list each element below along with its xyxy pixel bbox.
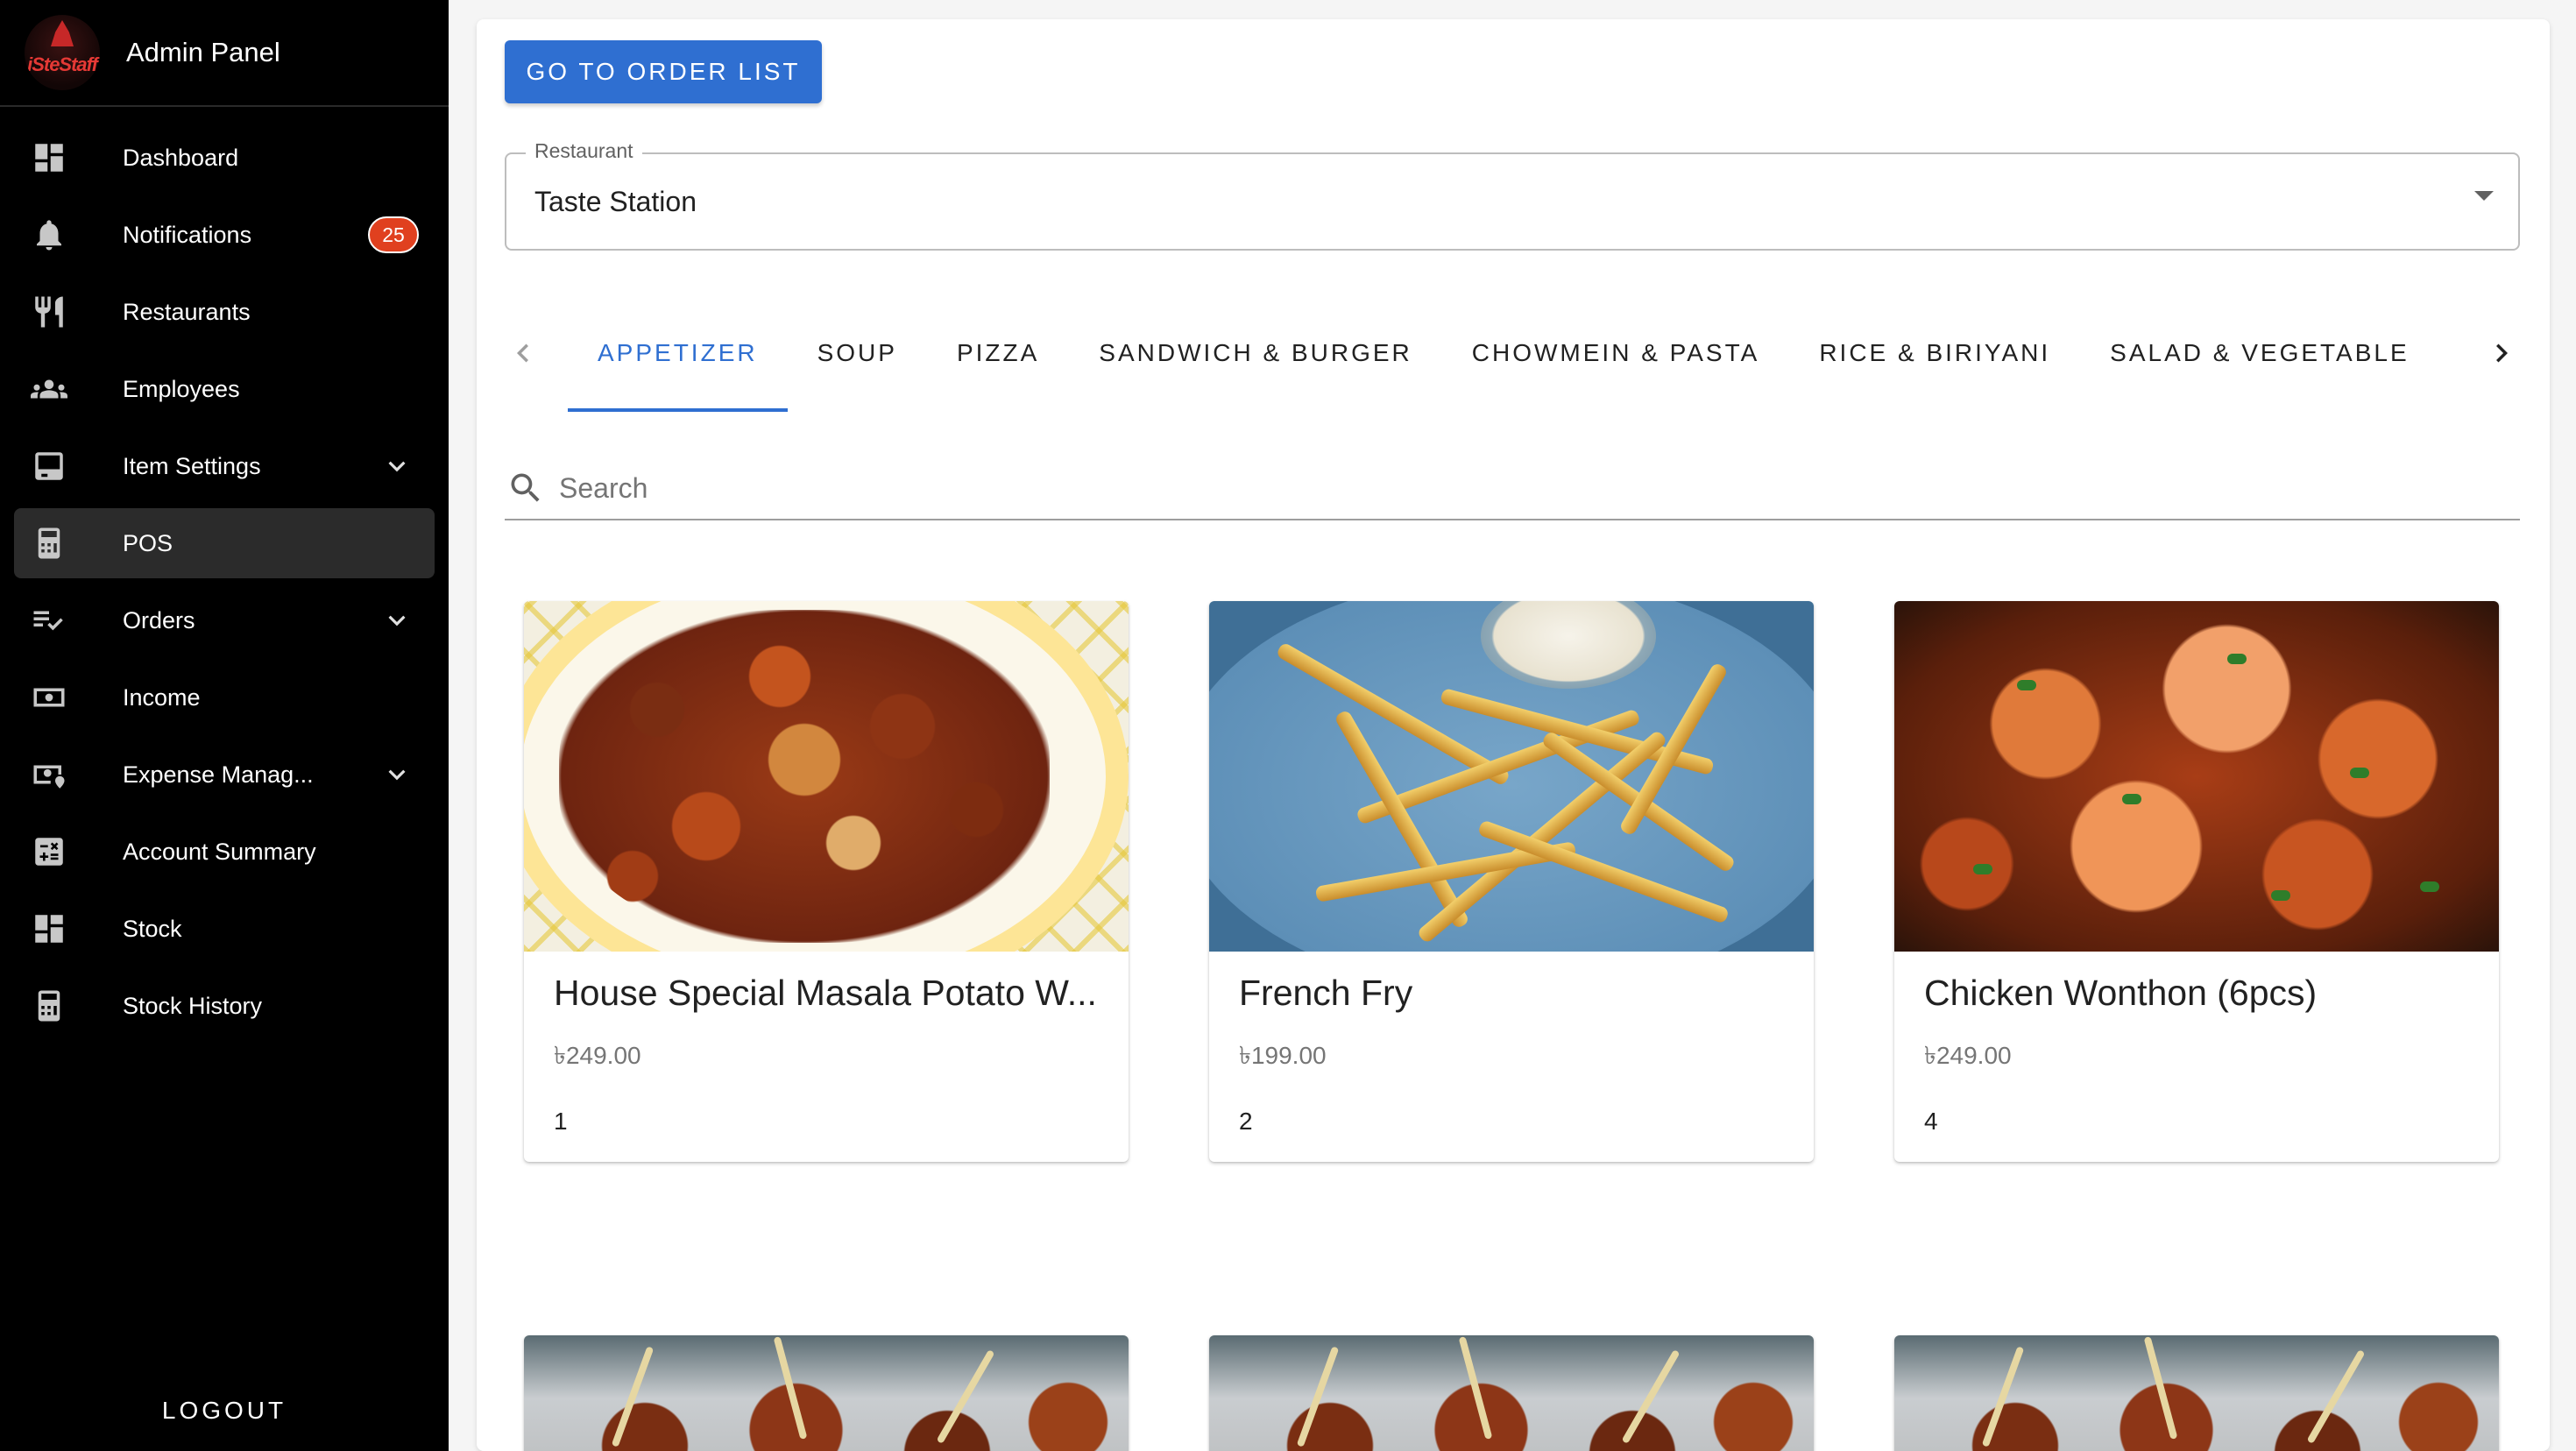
sidebar-item-restaurants[interactable]: Restaurants [14, 277, 435, 347]
restaurant-icon [30, 293, 68, 331]
sidebar-item-dashboard[interactable]: Dashboard [14, 123, 435, 193]
sidebar-item-label: Restaurants [123, 298, 251, 325]
product-price: ৳199.00 [1239, 1042, 1327, 1069]
checklist-icon [30, 601, 68, 640]
product-card[interactable] [524, 1335, 1129, 1451]
logout-button[interactable]: LOGOUT [0, 1397, 449, 1425]
sidebar-item-label: Income [123, 683, 201, 711]
tab-soup[interactable]: SOUP [788, 317, 927, 412]
restaurant-select-label: Restaurant [526, 139, 642, 163]
dropdown-arrow-icon [2474, 191, 2494, 201]
tab-chowmein-pasta[interactable]: CHOWMEIN & PASTA [1442, 317, 1790, 412]
app-root: iSteStaff Admin Panel Dashboard Notifica… [0, 0, 2576, 1451]
product-quantity: 1 [554, 1108, 568, 1135]
money-icon [30, 678, 68, 717]
calculator-icon [30, 987, 68, 1025]
sidebar-item-label: Notifications [123, 221, 252, 248]
brand-logo: iSteStaff [25, 15, 100, 90]
sidebar-item-employees[interactable]: Employees [14, 354, 435, 424]
sidebar-item-account-summary[interactable]: Account Summary [14, 817, 435, 887]
product-card[interactable] [1209, 1335, 1814, 1451]
product-name: Chicken Wonthon (6pcs) [1924, 973, 2318, 1013]
product-card[interactable]: Chicken Wonthon (6pcs) ৳249.00 4 [1894, 601, 2499, 1162]
tab-rice-biriyani[interactable]: RICE & BIRIYANI [1789, 317, 2080, 412]
sidebar-item-orders[interactable]: Orders [14, 585, 435, 655]
sidebar-item-label: Employees [123, 375, 240, 402]
brand-header: iSteStaff Admin Panel [0, 0, 449, 107]
sidebar-item-label: Stock [123, 915, 182, 942]
tab-pizza[interactable]: PIZZA [927, 317, 1069, 412]
chevron-down-icon[interactable] [380, 758, 414, 791]
brand-title: Admin Panel [126, 37, 280, 67]
tab-sandwich-burger[interactable]: SANDWICH & BURGER [1069, 317, 1441, 412]
chevron-down-icon[interactable] [380, 604, 414, 637]
product-quantity: 4 [1924, 1108, 1938, 1135]
product-image [524, 601, 1129, 952]
search-icon [506, 469, 545, 507]
sidebar-item-item-settings[interactable]: Item Settings [14, 431, 435, 501]
calculate-icon [30, 832, 68, 871]
bell-icon [30, 216, 68, 254]
sidebar-item-label: Orders [123, 606, 195, 633]
tab-appetizer[interactable]: APPETIZER [568, 317, 788, 412]
item-settings-icon [30, 447, 68, 485]
restaurant-select[interactable]: Restaurant Taste Station [505, 139, 2520, 251]
sidebar: iSteStaff Admin Panel Dashboard Notifica… [0, 0, 449, 1451]
sidebar-item-notifications[interactable]: Notifications 25 [14, 200, 435, 270]
sidebar-item-income[interactable]: Income [14, 662, 435, 733]
category-tabs: APPETIZER SOUP PIZZA SANDWICH & BURGER C… [505, 317, 2520, 412]
dashboard-icon [30, 138, 68, 177]
sidebar-item-label: POS [123, 529, 173, 556]
product-price: ৳249.00 [1924, 1042, 2012, 1069]
sidebar-item-label: Dashboard [123, 144, 239, 171]
tab-salad-vegetable[interactable]: SALAD & VEGETABLE [2080, 317, 2439, 412]
sidebar-item-expense-management[interactable]: Expense Manag... [14, 740, 435, 810]
chevron-right-icon[interactable] [2483, 335, 2520, 372]
dashboard-icon [30, 910, 68, 948]
go-to-order-list-button[interactable]: GO TO ORDER LIST [505, 40, 822, 103]
product-card[interactable]: French Fry ৳199.00 2 [1209, 601, 1814, 1162]
expense-icon [30, 755, 68, 794]
sidebar-nav: Dashboard Notifications 25 Restaurants E… [0, 123, 449, 1041]
chevron-left-icon[interactable] [505, 335, 541, 372]
search-bar [505, 457, 2520, 520]
sidebar-item-label: Expense Manag... [123, 761, 314, 788]
tab-strip: APPETIZER SOUP PIZZA SANDWICH & BURGER C… [568, 317, 2460, 412]
product-name: French Fry [1239, 973, 1413, 1013]
pos-panel: GO TO ORDER LIST Restaurant Taste Statio… [477, 19, 2550, 1451]
sidebar-item-pos[interactable]: POS [14, 508, 435, 578]
product-card[interactable]: House Special Masala Potato W... ৳249.00… [524, 601, 1129, 1162]
calculator-icon [30, 524, 68, 563]
sidebar-item-label: Item Settings [123, 452, 261, 479]
sidebar-item-label: Account Summary [123, 838, 316, 865]
sidebar-item-label: Stock History [123, 992, 263, 1019]
product-card[interactable] [1894, 1335, 2499, 1451]
restaurant-select-value: Taste Station [534, 186, 697, 217]
product-image [1209, 1335, 1814, 1451]
product-image [1894, 601, 2499, 952]
product-quantity: 2 [1239, 1108, 1253, 1135]
product-image [1209, 601, 1814, 952]
product-image [1894, 1335, 2499, 1451]
chevron-down-icon[interactable] [380, 449, 414, 483]
search-input[interactable] [559, 471, 2487, 505]
notification-count-badge: 25 [368, 216, 419, 253]
product-price: ৳249.00 [554, 1042, 641, 1069]
people-icon [30, 370, 68, 408]
product-name: House Special Masala Potato W... [554, 973, 1097, 1013]
product-image [524, 1335, 1129, 1451]
sidebar-item-stock-history[interactable]: Stock History [14, 971, 435, 1041]
sidebar-item-stock[interactable]: Stock [14, 894, 435, 964]
tab-partial[interactable]: H [2439, 317, 2460, 412]
